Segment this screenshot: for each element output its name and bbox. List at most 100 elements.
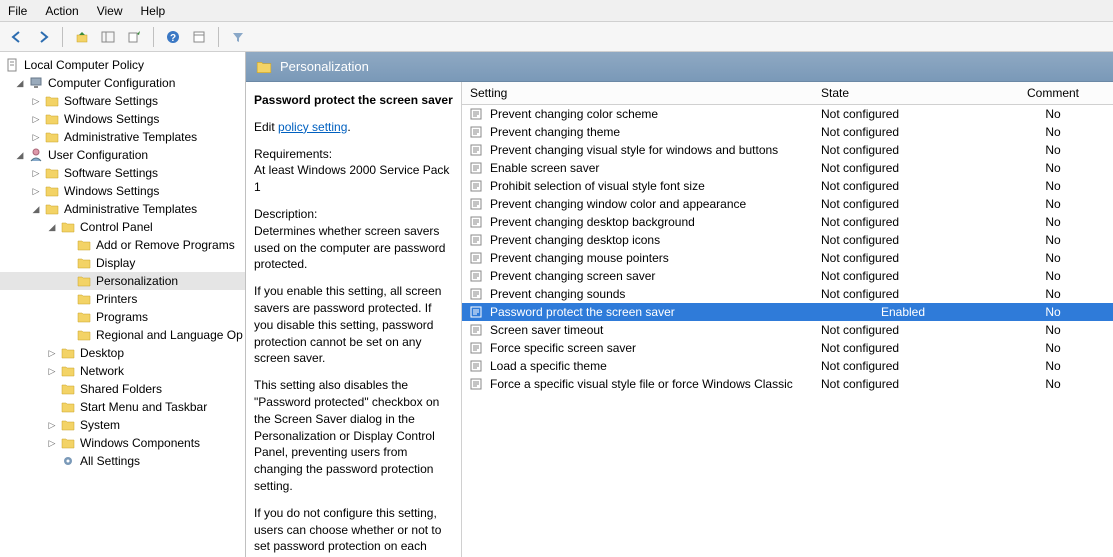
expander-icon[interactable]: ▷ [46,419,58,431]
tree-computer-config[interactable]: ◢ Computer Configuration [0,74,245,92]
menu-file[interactable]: File [8,4,27,18]
expander-icon[interactable]: ◢ [30,203,42,215]
policy-item-icon [470,180,484,192]
setting-row[interactable]: Prevent changing mouse pointersNot confi… [462,249,1113,267]
expander-icon[interactable]: ▷ [30,95,42,107]
tree-windows-components[interactable]: ▷Windows Components [0,434,245,452]
setting-row[interactable]: Prevent changing desktop backgroundNot c… [462,213,1113,231]
up-button[interactable] [71,26,93,48]
column-setting[interactable]: Setting [462,82,813,105]
tree-label: Software Settings [64,165,158,181]
setting-row[interactable]: Prevent changing soundsNot configuredNo [462,285,1113,303]
setting-state: Not configured [813,231,993,249]
help-button[interactable]: ? [162,26,184,48]
tree-cp-display[interactable]: Display [0,254,245,272]
setting-row[interactable]: Force a specific visual style file or fo… [462,375,1113,393]
tree-cc-windows[interactable]: ▷ Windows Settings [0,110,245,128]
expander-icon[interactable]: ▷ [30,113,42,125]
tree-cc-admin[interactable]: ▷Administrative Templates [0,128,245,146]
column-comment[interactable]: Comment [993,82,1113,105]
setting-name: Password protect the screen saver [490,305,675,319]
setting-comment: No [993,231,1113,249]
tree-cp-personalization[interactable]: Personalization [0,272,245,290]
setting-row[interactable]: Prevent changing color schemeNot configu… [462,105,1113,124]
setting-state: Not configured [813,195,993,213]
setting-row[interactable]: Prevent changing visual style for window… [462,141,1113,159]
folder-icon [76,274,92,288]
tree-cp-addremove[interactable]: Add or Remove Programs [0,236,245,254]
setting-state: Not configured [813,105,993,124]
policy-item-icon [470,162,484,174]
setting-row[interactable]: Load a specific themeNot configuredNo [462,357,1113,375]
tree-desktop[interactable]: ▷Desktop [0,344,245,362]
edit-prefix: Edit [254,120,278,134]
setting-row[interactable]: Prevent changing themeNot configuredNo [462,123,1113,141]
tree-all-settings[interactable]: All Settings [0,452,245,470]
tree-label: Administrative Templates [64,201,197,217]
tree-uc-admin[interactable]: ◢ Administrative Templates [0,200,245,218]
tree-user-config[interactable]: ◢ User Configuration [0,146,245,164]
setting-row[interactable]: Prevent changing screen saverNot configu… [462,267,1113,285]
setting-row[interactable]: Password protect the screen saver Enabled… [462,303,1113,321]
setting-comment: No [993,105,1113,124]
column-state[interactable]: State [813,82,993,105]
setting-row[interactable]: Prevent changing window color and appear… [462,195,1113,213]
expander-icon[interactable]: ▷ [30,167,42,179]
setting-row[interactable]: Force specific screen saverNot configure… [462,339,1113,357]
setting-comment: No [993,195,1113,213]
setting-state: Enabled [813,303,993,321]
tree-label: Start Menu and Taskbar [80,399,207,415]
policy-item-icon [470,360,484,372]
tree-network[interactable]: ▷Network [0,362,245,380]
tree-label: Shared Folders [80,381,162,397]
tree-cc-software[interactable]: ▷Software Settings [0,92,245,110]
setting-comment: No [993,249,1113,267]
setting-comment: No [993,303,1113,321]
policy-item-icon [470,288,484,300]
tree-label: Computer Configuration [48,75,175,91]
settings-icon [60,454,76,468]
settings-list[interactable]: Setting State Comment Prevent changing c… [462,82,1113,557]
export-button[interactable] [123,26,145,48]
expander-icon[interactable]: ▷ [46,347,58,359]
setting-row[interactable]: Enable screen saverNot configuredNo [462,159,1113,177]
description-p3: If you do not configure this setting, us… [254,505,453,557]
tree-root[interactable]: Local Computer Policy [0,56,245,74]
menu-view[interactable]: View [97,4,123,18]
expander-icon[interactable]: ◢ [14,149,26,161]
expander-icon[interactable]: ◢ [14,77,26,89]
policy-item-icon [470,144,484,156]
setting-row[interactable]: Prevent changing desktop iconsNot config… [462,231,1113,249]
expander-icon[interactable]: ▷ [30,131,42,143]
tree-shared-folders[interactable]: Shared Folders [0,380,245,398]
expander-icon[interactable]: ◢ [46,221,58,233]
edit-policy-link[interactable]: policy setting [278,120,347,134]
expander-icon[interactable]: ▷ [46,437,58,449]
properties-button[interactable] [188,26,210,48]
expander-icon[interactable]: ▷ [46,365,58,377]
menu-action[interactable]: Action [45,4,78,18]
tree-cp-printers[interactable]: Printers [0,290,245,308]
forward-button[interactable] [32,26,54,48]
menu-help[interactable]: Help [141,4,166,18]
policy-item-icon [470,234,484,246]
setting-row[interactable]: Screen saver timeoutNot configuredNo [462,321,1113,339]
tree-cp-programs[interactable]: Programs [0,308,245,326]
tree-cp-regional[interactable]: Regional and Language Op [0,326,245,344]
show-hide-tree-button[interactable] [97,26,119,48]
tree-start-menu[interactable]: Start Menu and Taskbar [0,398,245,416]
setting-row[interactable]: Prohibit selection of visual style font … [462,177,1113,195]
expander-icon[interactable]: ▷ [30,185,42,197]
navigation-tree[interactable]: Local Computer Policy ◢ Computer Configu… [0,52,246,557]
tree-label: Windows Settings [64,111,159,127]
filter-button[interactable] [227,26,249,48]
tree-control-panel[interactable]: ◢Control Panel [0,218,245,236]
tree-label: User Configuration [48,147,148,163]
tree-system[interactable]: ▷System [0,416,245,434]
tree-uc-windows[interactable]: ▷Windows Settings [0,182,245,200]
folder-icon [76,328,92,342]
requirements-label: Requirements: [254,147,332,161]
setting-name: Prohibit selection of visual style font … [490,179,705,193]
tree-uc-software[interactable]: ▷ Software Settings [0,164,245,182]
back-button[interactable] [6,26,28,48]
